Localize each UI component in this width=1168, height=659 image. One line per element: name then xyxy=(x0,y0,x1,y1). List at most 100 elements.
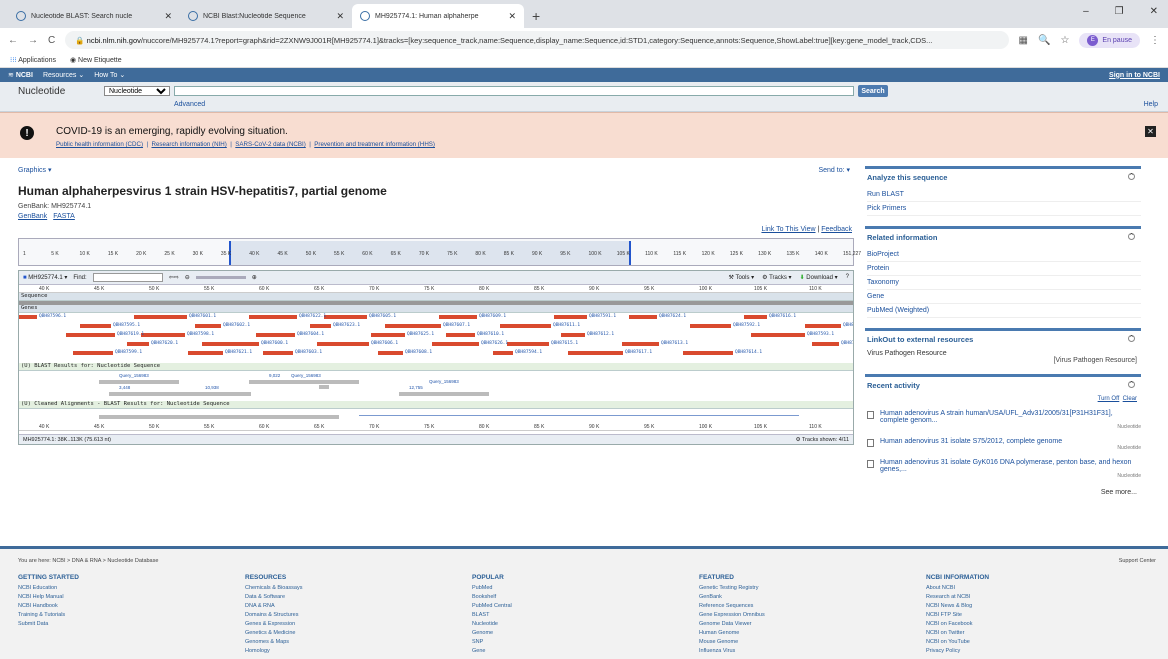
footer-link[interactable]: GenBank xyxy=(699,593,899,602)
profile-button[interactable]: E En pause xyxy=(1079,32,1140,48)
search-button[interactable]: Search xyxy=(858,85,888,97)
star-icon[interactable]: ☆ xyxy=(1060,35,1069,46)
gene-feature[interactable] xyxy=(378,351,403,355)
footer-link[interactable]: NCBI Help Manual xyxy=(18,593,218,602)
zoom-out-icon[interactable]: ⊖ xyxy=(185,274,190,281)
clear-link[interactable]: Clear xyxy=(1123,396,1137,402)
gene-label[interactable]: QBH87614.1 xyxy=(735,350,762,355)
footer-link[interactable]: Training & Tutorials xyxy=(18,611,218,620)
gene-feature[interactable] xyxy=(127,342,149,346)
footer-link[interactable]: Homology xyxy=(245,647,445,656)
gene-label[interactable]: QBH87598.1 xyxy=(187,332,214,337)
blast-hit-label[interactable]: 3,448 xyxy=(119,385,130,390)
download-menu[interactable]: ⬇ Download ▾ xyxy=(800,274,838,281)
database-select[interactable]: Nucleotide xyxy=(104,86,170,96)
footer-link[interactable]: Genomes & Maps xyxy=(245,638,445,647)
blast-hit-label[interactable]: Query_156983 xyxy=(291,373,321,378)
footer-link[interactable]: Genome Data Viewer xyxy=(699,620,899,629)
gene-label[interactable]: QBH87605.1 xyxy=(369,314,396,319)
gene-feature[interactable] xyxy=(188,351,223,355)
url-field[interactable]: 🔒 ncbi.nlm.nih.gov/nuccore/MH925774.1?re… xyxy=(65,31,1009,49)
minimize-icon[interactable]: – xyxy=(1083,6,1089,17)
gene-label[interactable]: QBH87612.1 xyxy=(587,332,614,337)
advanced-link[interactable]: Advanced xyxy=(174,101,205,108)
footer-link[interactable]: Nucleotide xyxy=(472,620,672,629)
blast-hit-bar[interactable] xyxy=(399,392,489,396)
gene-feature[interactable] xyxy=(751,333,805,337)
blast-hit-label[interactable]: 9,022 xyxy=(269,373,280,378)
gene-label[interactable]: QBH87621.1 xyxy=(225,350,252,355)
gene-label[interactable]: QBH87591.1 xyxy=(589,314,616,319)
gene-label[interactable]: QBH87613.1 xyxy=(661,341,688,346)
help-link[interactable]: Help xyxy=(1144,101,1158,108)
ncbi-logo[interactable]: ≋ NCBI xyxy=(8,71,33,79)
tracks-menu[interactable]: ⚙ Tracks ▾ xyxy=(762,274,791,281)
footer-link[interactable]: DNA & RNA xyxy=(245,602,445,611)
tools-menu[interactable]: ⚒ Tools ▾ xyxy=(729,274,755,281)
gene-label[interactable]: QBH87601.1 xyxy=(189,314,216,319)
footer-link[interactable]: Genetic Testing Registry xyxy=(699,584,899,593)
gene-label[interactable]: QBH87602.1 xyxy=(223,323,250,328)
blast-hit-bar[interactable] xyxy=(109,392,199,396)
gene-label[interactable]: QBH87599.1 xyxy=(115,350,142,355)
browser-tab[interactable]: NCBI Blast:Nucleotide Sequence ✕ xyxy=(180,4,352,28)
gene-label[interactable]: QBH87611.1 xyxy=(553,323,580,328)
covid-link-nih[interactable]: Research information (NIH) xyxy=(152,141,227,148)
bookmark-etiquette[interactable]: ◉ New Etiquette xyxy=(70,56,122,64)
footer-link[interactable]: NCBI News & Blog xyxy=(926,602,1126,611)
gene-feature[interactable] xyxy=(439,315,477,319)
gene-label[interactable]: QBH87595.1 xyxy=(113,323,140,328)
footer-link[interactable]: NCBI on Twitter xyxy=(926,629,1126,638)
recent-item[interactable]: Human adenovirus 31 isolate GyK016 DNA p… xyxy=(867,455,1141,483)
gene-feature[interactable] xyxy=(507,342,549,346)
gene-feature[interactable] xyxy=(493,351,513,355)
gene-label[interactable]: QBH87594.1 xyxy=(515,350,542,355)
close-tab-icon[interactable]: ✕ xyxy=(164,11,172,22)
related-link[interactable]: Taxonomy xyxy=(867,276,1141,290)
gene-feature[interactable] xyxy=(561,333,585,337)
gene-feature[interactable] xyxy=(310,324,331,328)
gene-label[interactable]: QBH87616.1 xyxy=(769,314,796,319)
see-more-link[interactable]: See more... xyxy=(867,489,1141,496)
footer-link[interactable]: Data & Software xyxy=(245,593,445,602)
footer-link[interactable]: NCBI on Facebook xyxy=(926,620,1126,629)
blast-hit-label[interactable]: Query_156983 xyxy=(429,379,459,384)
gene-feature[interactable] xyxy=(134,315,187,319)
gene-label[interactable]: QBH87597.1 xyxy=(841,341,853,346)
collapse-icon[interactable]: ^ xyxy=(1128,335,1135,342)
tracks-shown-button[interactable]: ⚙ Tracks shown: 4/11 xyxy=(796,437,849,443)
gene-label[interactable]: QBH87608.1 xyxy=(405,350,432,355)
covid-link-ncbi[interactable]: SARS-CoV-2 data (NCBI) xyxy=(235,141,306,148)
gene-feature[interactable] xyxy=(19,315,37,319)
gene-label[interactable]: QBH87625.1 xyxy=(407,332,434,337)
search-input[interactable] xyxy=(174,86,854,96)
footer-link[interactable]: Gene Expression Omnibus xyxy=(699,611,899,620)
footer-link[interactable]: Genes & Expression xyxy=(245,620,445,629)
gene-feature[interactable] xyxy=(622,342,659,346)
blast-hit-bar[interactable] xyxy=(191,392,251,396)
blast-hit-label[interactable]: Query_156983 xyxy=(119,373,149,378)
blast-hit-label[interactable]: 10,938 xyxy=(205,385,219,390)
footer-link[interactable]: Gene xyxy=(472,647,672,656)
footer-link[interactable]: NCBI on YouTube xyxy=(926,638,1126,647)
help-icon[interactable]: ? xyxy=(846,274,849,281)
gene-label[interactable]: QBH87615.1 xyxy=(551,341,578,346)
browser-tab-active[interactable]: MH925774.1: Human alphaherpe ✕ xyxy=(352,4,524,28)
footer-link[interactable]: NCBI Education xyxy=(18,584,218,593)
gene-label[interactable]: QBH87604.1 xyxy=(297,332,324,337)
turn-off-link[interactable]: Turn Off xyxy=(1098,396,1120,402)
footer-link[interactable]: About NCBI xyxy=(926,584,1126,593)
footer-link[interactable]: Human Genome xyxy=(699,629,899,638)
footer-link[interactable]: Privacy Policy xyxy=(926,647,1126,656)
graphics-dropdown[interactable]: Graphics ▾ xyxy=(18,166,51,174)
gene-feature[interactable] xyxy=(568,351,623,355)
related-link[interactable]: PubMed (Weighted) xyxy=(867,304,1141,318)
support-center-link[interactable]: Support Center xyxy=(1119,558,1156,564)
browser-tab[interactable]: Nucleotide BLAST: Search nucle ✕ xyxy=(8,4,180,28)
gene-label[interactable]: QBH87622.1 xyxy=(299,314,326,319)
zoom-icon[interactable]: 🔍 xyxy=(1038,35,1050,46)
gene-label[interactable]: QBH87593.1 xyxy=(807,332,834,337)
gene-feature[interactable] xyxy=(195,324,221,328)
gene-label[interactable]: QBH87606.1 xyxy=(371,341,398,346)
cleaned-alignment-bar[interactable] xyxy=(359,415,799,416)
